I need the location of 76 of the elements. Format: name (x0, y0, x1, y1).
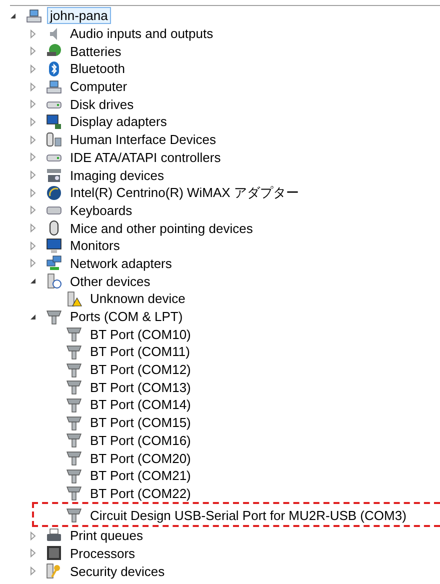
port-connector-icon (66, 362, 82, 378)
tree-item[interactable]: Security devices (67, 562, 168, 580)
tree-item[interactable]: Disk drives (67, 96, 137, 113)
tree-item[interactable]: BT Port (COM16) (87, 432, 194, 449)
warning-device-icon (66, 290, 82, 307)
port-connector-icon (66, 414, 82, 431)
collapse-arrow-icon[interactable] (28, 276, 38, 286)
tree-item[interactable]: BT Port (COM14) (87, 396, 194, 414)
key-icon (46, 563, 62, 580)
port-connector-icon (66, 507, 82, 524)
bluetooth-icon (46, 60, 62, 77)
expand-arrow-icon[interactable] (28, 82, 38, 92)
expand-arrow-icon[interactable] (28, 530, 38, 541)
expand-arrow-icon[interactable] (28, 170, 38, 180)
tree-item[interactable]: BT Port (COM20) (87, 450, 194, 467)
tree-item[interactable]: Ports (COM & LPT) (67, 308, 186, 326)
tree-item[interactable]: Intel(R) Centrino(R) WiMAX アダプター (67, 184, 302, 202)
expand-arrow-icon[interactable] (28, 152, 38, 162)
chip-icon (46, 545, 62, 562)
tree-item[interactable]: IDE ATA/ATAPI controllers (67, 148, 224, 166)
expand-arrow-icon[interactable] (28, 258, 38, 268)
input-device-icon (46, 132, 62, 148)
tree-item[interactable]: Keyboards (67, 202, 136, 219)
port-connector-icon (46, 308, 62, 325)
expand-arrow-icon[interactable] (28, 205, 38, 216)
tree-item[interactable]: Processors (67, 544, 138, 562)
expand-arrow-icon[interactable] (28, 548, 38, 558)
display-card-icon (46, 114, 62, 130)
port-connector-icon (66, 396, 82, 413)
tree-item[interactable]: Circuit Design USB-Serial Port for MU2R-USB (COM3) (87, 506, 410, 524)
tree-item[interactable]: Human Interface Devices (67, 131, 219, 148)
tree-item[interactable]: Display adapters (67, 113, 170, 130)
port-connector-icon (66, 344, 82, 360)
computer-icon (26, 8, 42, 24)
unknown-device-icon (46, 273, 62, 290)
expand-arrow-icon[interactable] (28, 240, 38, 251)
tree-item[interactable]: Unknown device (87, 290, 188, 308)
expand-arrow-icon[interactable] (28, 188, 38, 198)
tree-item[interactable]: Batteries (67, 42, 124, 60)
tree-item[interactable]: BT Port (COM11) (87, 343, 193, 360)
expand-arrow-icon[interactable] (28, 134, 38, 145)
tree-item[interactable]: Monitors (67, 237, 123, 254)
computer-icon (46, 78, 62, 95)
tree-item[interactable]: Computer (67, 78, 130, 96)
tree-item[interactable]: Print queues (67, 527, 146, 544)
tree-item[interactable]: BT Port (COM21) (87, 467, 194, 484)
monitor-icon (46, 238, 62, 254)
tree-item[interactable]: Mice and other pointing devices (67, 220, 256, 237)
port-connector-icon (66, 379, 82, 396)
tree-item[interactable]: Imaging devices (67, 166, 167, 184)
tree-item[interactable]: BT Port (COM22) (87, 484, 194, 502)
expand-arrow-icon[interactable] (28, 223, 38, 234)
port-connector-icon (66, 468, 82, 484)
expand-arrow-icon[interactable] (28, 28, 38, 39)
tree-item[interactable]: Bluetooth (67, 60, 128, 78)
expand-arrow-icon[interactable] (28, 566, 38, 576)
tree-item[interactable]: BT Port (COM15) (87, 414, 194, 432)
tree-item[interactable]: Other devices (67, 272, 154, 290)
expand-arrow-icon[interactable] (28, 46, 38, 56)
expand-arrow-icon[interactable] (28, 64, 38, 74)
network-icon (46, 255, 62, 272)
expand-arrow-icon[interactable] (28, 99, 38, 110)
camera-icon (46, 167, 62, 184)
tree-item[interactable]: Network adapters (67, 254, 175, 272)
tree-item[interactable]: BT Port (COM10) (87, 326, 194, 343)
port-connector-icon (66, 326, 82, 342)
tree-item[interactable]: BT Port (COM13) (87, 378, 194, 396)
tree-item[interactable]: Audio inputs and outputs (67, 25, 216, 42)
expand-arrow-icon[interactable] (28, 116, 38, 127)
tree-item[interactable]: john-pana (47, 7, 111, 24)
port-connector-icon (66, 450, 82, 466)
tree-item[interactable]: BT Port (COM12) (87, 361, 194, 378)
wireless-adapter-icon (46, 184, 62, 201)
port-connector-icon (66, 432, 82, 448)
printer-icon (46, 528, 62, 544)
port-connector-icon (66, 485, 82, 502)
